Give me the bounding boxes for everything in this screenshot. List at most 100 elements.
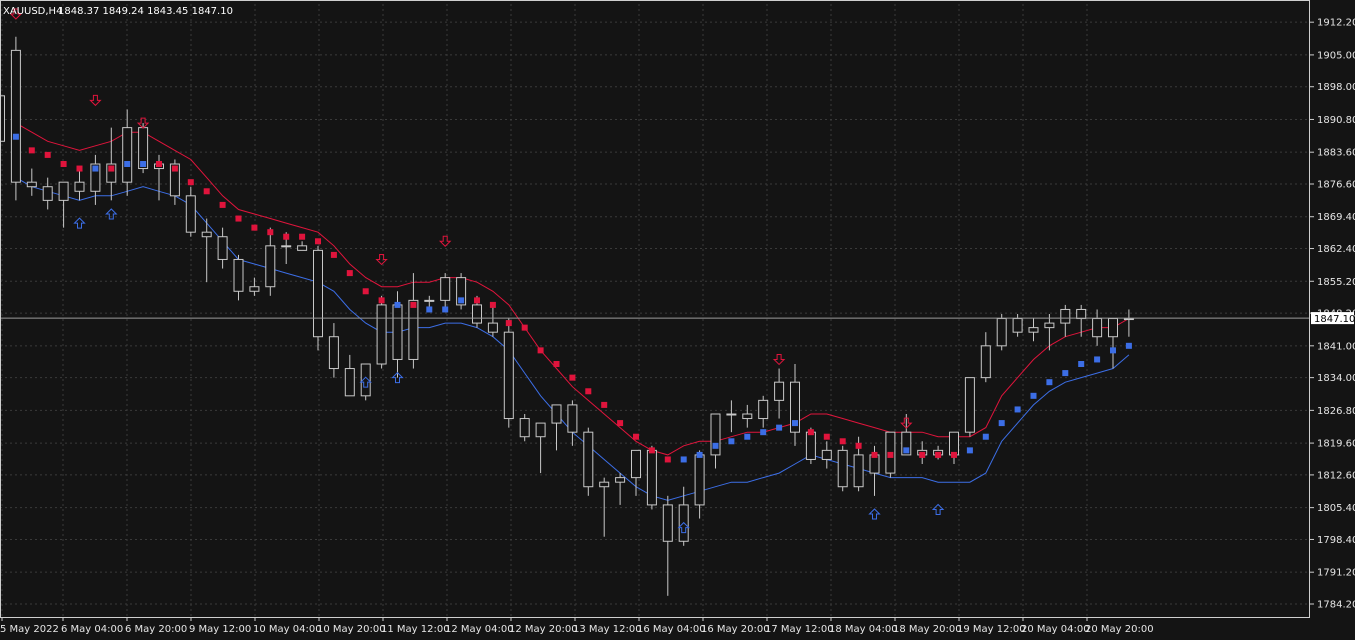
signal-dot-bearish — [633, 433, 639, 440]
x-tick-label: 20 May 20:00 — [1085, 624, 1154, 635]
signal-dot-bearish — [60, 161, 67, 167]
signal-dot-bearish — [362, 288, 369, 295]
candle-body — [1012, 318, 1023, 333]
signal-dot-bearish — [935, 451, 942, 458]
y-tick-label: 1862.40 — [1317, 244, 1355, 255]
candle-body — [1060, 308, 1071, 324]
signal-dot-bearish — [839, 438, 846, 445]
y-tick-label: 1812.60 — [1317, 470, 1355, 481]
candle-body — [249, 286, 260, 292]
candle-body — [949, 431, 959, 456]
signal-dot-bearish — [108, 165, 115, 172]
signal-dot-bearish — [823, 433, 830, 440]
signal-dot-bullish — [1014, 406, 1021, 413]
candle-body — [805, 431, 816, 460]
signal-dot-bearish — [505, 320, 512, 327]
x-tick-label: 6 May 04:00 — [61, 624, 123, 635]
candle-body — [10, 49, 21, 183]
y-tick-label: 1890.80 — [1317, 115, 1355, 126]
signal-dot-bearish — [315, 238, 321, 245]
candle-body — [376, 304, 387, 365]
signal-dot-bearish — [474, 297, 480, 304]
y-tick-label: 1905.00 — [1317, 50, 1355, 61]
candle-body — [233, 258, 244, 292]
signal-dot-bullish — [92, 165, 99, 172]
signal-dot-bearish — [807, 429, 814, 436]
signal-dot-bearish — [871, 451, 878, 458]
signal-dot-bullish — [1125, 342, 1132, 349]
candle-body — [265, 245, 276, 288]
signal-dot-bearish — [346, 270, 353, 277]
candle-body — [201, 231, 212, 238]
signal-dot-bullish — [442, 306, 449, 313]
candle-body — [26, 181, 37, 188]
x-tick-label: 18 May 04:00 — [829, 624, 898, 635]
signal-dot-bullish — [1030, 392, 1037, 399]
signal-dot-bearish — [887, 451, 894, 458]
signal-dot-bearish — [267, 229, 274, 236]
candle-body — [980, 345, 991, 379]
ohlc-label: 1848.37 1849.24 1843.45 1847.10 — [58, 6, 233, 17]
signal-dot-bullish — [760, 429, 767, 436]
candle-body — [74, 181, 85, 192]
signal-dot-bearish — [44, 151, 51, 158]
candle-body — [774, 381, 785, 401]
x-tick-label: 20 May 04:00 — [1021, 624, 1090, 635]
signal-dot-bearish — [410, 301, 417, 308]
symbol-label: XAUUSD,H4 — [3, 6, 62, 17]
x-tick-label: 16 May 04:00 — [637, 624, 706, 635]
y-tick-label: 1869.40 — [1317, 212, 1355, 223]
signal-dot-bearish — [235, 215, 242, 222]
y-tick-label: 1855.20 — [1317, 277, 1355, 288]
chart[interactable]: 1912.20 1905.00 1898.00 1890.80 1883.60 1876.… — [0, 0, 1355, 640]
signal-dot-bearish — [219, 201, 226, 208]
candle-body — [185, 195, 196, 233]
y-tick-label: 1805.40 — [1317, 503, 1355, 514]
candle-body — [758, 399, 769, 420]
current-price-label: 1847.10 — [1314, 314, 1355, 325]
signal-dot-bullish — [458, 297, 465, 304]
x-tick-label: 18 May 20:00 — [893, 624, 962, 635]
signal-dot-bearish — [664, 456, 671, 463]
signal-dot-bearish — [76, 165, 83, 172]
x-tick-label: 9 May 12:00 — [189, 624, 251, 635]
signal-dot-bullish — [124, 161, 131, 167]
x-tick-label: 12 May 20:00 — [509, 624, 578, 635]
candle-body — [503, 331, 514, 420]
x-tick-label: 11 May 12:00 — [381, 624, 450, 635]
candle-body — [1123, 318, 1134, 321]
candle-body — [328, 336, 339, 370]
signal-dot-bearish — [489, 301, 496, 308]
candle-body — [408, 299, 419, 360]
signal-dot-bullish — [712, 442, 719, 449]
signal-dot-bearish — [648, 447, 655, 454]
candle-body — [853, 454, 864, 488]
y-tick-label: 1784.20 — [1317, 600, 1355, 611]
candle-body — [440, 277, 451, 301]
y-tick-label: 1791.20 — [1317, 568, 1355, 579]
signal-dot-bearish — [521, 324, 528, 331]
signal-dot-bearish — [553, 361, 560, 367]
x-tick-label: 16 May 20:00 — [701, 624, 770, 635]
candle-body — [821, 449, 832, 460]
x-tick-label: 13 May 12:00 — [573, 624, 642, 635]
candle-body — [122, 127, 133, 183]
signal-dot-bullish — [1094, 356, 1101, 363]
y-tick-label: 1912.20 — [1317, 18, 1355, 29]
candle-body — [1028, 327, 1039, 333]
candle-body — [281, 245, 292, 248]
x-tick-label: 5 May 2022 — [0, 624, 59, 635]
candle-body — [42, 186, 53, 201]
candle-body — [662, 504, 673, 542]
candle-body — [631, 449, 641, 479]
candle-body — [1076, 308, 1087, 320]
signal-dot-bullish — [426, 306, 433, 313]
candle-body — [726, 413, 737, 416]
candle-body — [217, 236, 228, 260]
current-price-tag: 1847.10 — [1311, 312, 1355, 325]
signal-dot-bullish — [982, 433, 989, 440]
signal-dot-bullish — [394, 301, 401, 308]
candle-body — [344, 368, 355, 397]
candle-body — [58, 181, 69, 201]
x-tick-label: 12 May 04:00 — [445, 624, 514, 635]
